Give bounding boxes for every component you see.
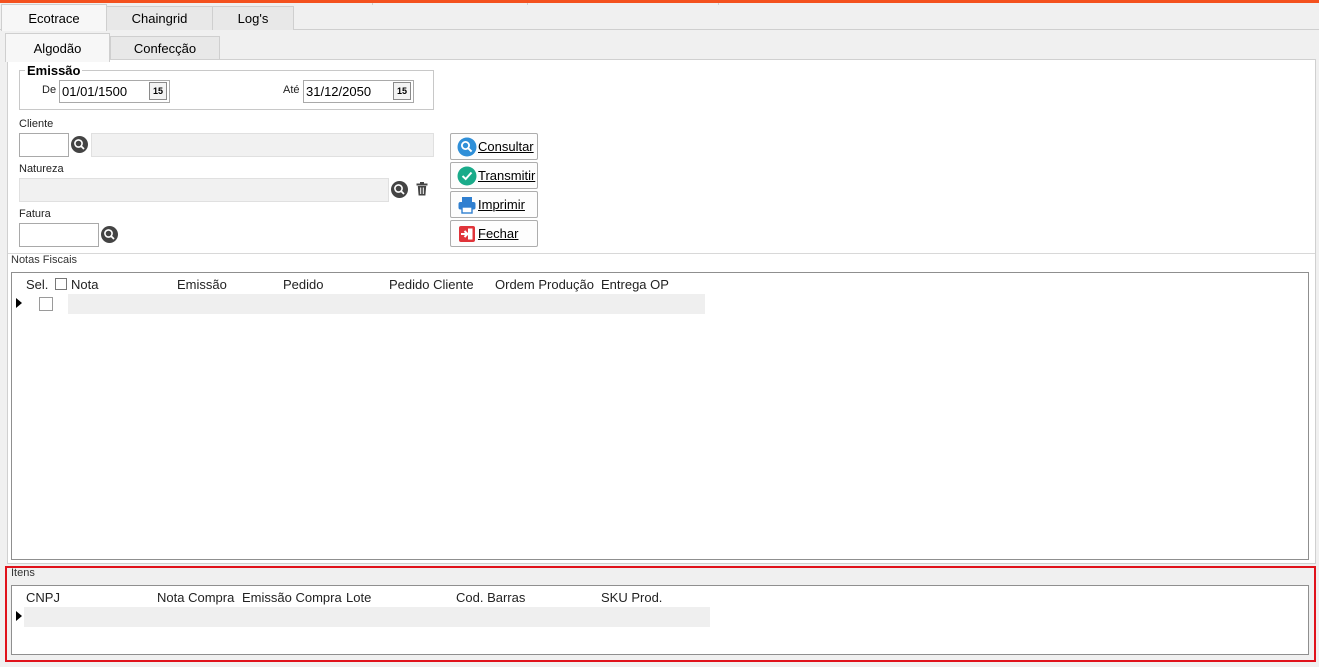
- consultar-search-icon: [457, 137, 477, 156]
- natureza-clear-trash-icon[interactable]: [414, 181, 430, 197]
- tab-chaingrid-label: Chaingrid: [131, 11, 188, 26]
- cliente-name-field: [91, 133, 434, 157]
- fechar-label: Fechar: [478, 226, 519, 241]
- cliente-code-input[interactable]: [19, 133, 69, 157]
- fechar-button[interactable]: Fechar: [450, 220, 538, 247]
- fatura-input[interactable]: [19, 223, 99, 247]
- notas-col-emissao[interactable]: Emissão: [177, 277, 227, 292]
- tab-algodao[interactable]: Algodão: [5, 33, 110, 62]
- de-date-value: 01/01/1500: [62, 84, 128, 99]
- notas-col-pedido[interactable]: Pedido: [283, 277, 323, 292]
- tab-confeccao[interactable]: Confecção: [110, 36, 220, 60]
- de-calendar-icon[interactable]: 15: [149, 82, 167, 100]
- itens-highlight-box: [5, 566, 1316, 662]
- notas-row-checkbox[interactable]: [39, 297, 53, 311]
- tab-ecotrace-label: Ecotrace: [28, 10, 80, 26]
- consultar-label: Consultar: [478, 139, 534, 154]
- cliente-label: Cliente: [19, 118, 54, 130]
- window-accent-line: [0, 0, 1319, 3]
- ate-label: Até: [283, 84, 300, 96]
- notas-fiscais-title: Notas Fiscais: [11, 254, 78, 266]
- tab-logs-label: Log's: [237, 11, 269, 26]
- notas-col-entrega-op[interactable]: Entrega OP: [601, 277, 669, 292]
- notas-select-all-checkbox[interactable]: [55, 278, 67, 290]
- exit-door-icon: [459, 225, 475, 242]
- emissao-title: Emissão: [25, 63, 83, 78]
- ate-calendar-icon[interactable]: 15: [393, 82, 411, 100]
- transmitir-button[interactable]: Transmitir: [450, 162, 538, 189]
- notas-table-row[interactable]: [68, 294, 705, 314]
- imprimir-button[interactable]: Imprimir: [450, 191, 538, 218]
- tab-algodao-label: Algodão: [33, 40, 82, 56]
- fatura-search-icon[interactable]: [101, 226, 118, 243]
- tab-chaingrid[interactable]: Chaingrid: [106, 6, 213, 30]
- notas-col-nota[interactable]: Nota: [71, 277, 98, 292]
- fatura-label: Fatura: [19, 208, 51, 220]
- transmitir-label: Transmitir: [478, 168, 536, 183]
- transmitir-check-icon: [457, 166, 477, 185]
- imprimir-label: Imprimir: [478, 197, 525, 212]
- tab-logs[interactable]: Log's: [212, 6, 294, 30]
- tab-ecotrace[interactable]: Ecotrace: [1, 4, 107, 31]
- tab-confeccao-label: Confecção: [133, 41, 197, 56]
- notas-col-pedido-cliente[interactable]: Pedido Cliente: [389, 277, 474, 292]
- printer-icon: [458, 196, 476, 214]
- natureza-label: Natureza: [19, 163, 64, 175]
- natureza-search-icon[interactable]: [391, 181, 408, 198]
- natureza-field: [19, 178, 389, 202]
- cliente-search-icon[interactable]: [71, 136, 88, 153]
- ate-date-value: 31/12/2050: [306, 84, 372, 99]
- notas-col-ordem-producao[interactable]: Ordem Produção: [495, 277, 594, 292]
- de-label: De: [42, 84, 57, 96]
- notas-separator: [8, 253, 1315, 254]
- notas-row-indicator-icon: [16, 298, 22, 308]
- ate-calendar-glyph: 15: [396, 86, 407, 96]
- de-calendar-glyph: 15: [152, 86, 163, 96]
- consultar-button[interactable]: Consultar: [450, 133, 538, 160]
- notas-fiscais-grid[interactable]: [11, 272, 1309, 560]
- notas-col-sel: Sel.: [26, 277, 49, 292]
